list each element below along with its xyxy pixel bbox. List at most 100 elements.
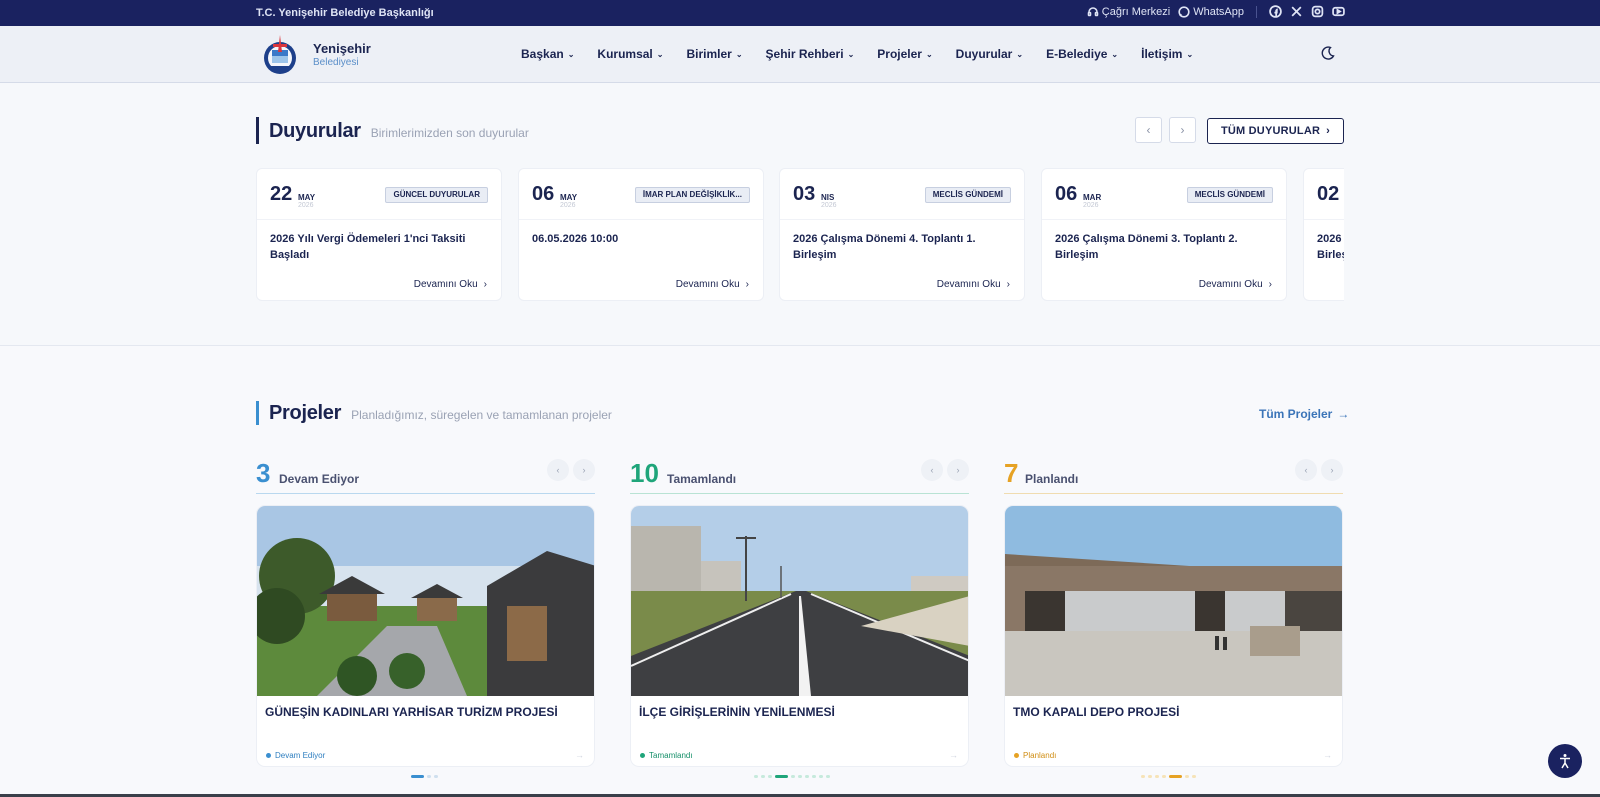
chevron-right-icon: › bbox=[1326, 125, 1331, 137]
pager-dot[interactable] bbox=[805, 775, 809, 778]
chevron-right-icon[interactable]: › bbox=[947, 459, 969, 481]
chevron-right-icon[interactable]: › bbox=[1321, 459, 1343, 481]
arrow-right-icon: → bbox=[1337, 407, 1350, 421]
project-count: 7 bbox=[1004, 458, 1019, 488]
announcement-card[interactable]: 06 MAR 2026 MECLİS GÜNDEMİ 2026 Çalışma … bbox=[1041, 168, 1287, 301]
status-dot bbox=[266, 753, 271, 758]
announcement-card[interactable]: 06 MAY 2026 İMAR PLAN DEĞİŞİKLİK... 06.0… bbox=[518, 168, 764, 301]
project-card[interactable]: TMO KAPALI DEPO PROJESİ Planlandı → bbox=[1004, 505, 1343, 767]
announcement-category-badge: GÜNCEL DUYURULAR bbox=[385, 187, 488, 203]
announcement-card[interactable]: 03 NIS 2026 MECLİS GÜNDEMİ 2026 Çalışma … bbox=[779, 168, 1025, 301]
project-column-arrows: ‹ › bbox=[547, 459, 595, 481]
pager-dot[interactable] bbox=[1162, 775, 1166, 778]
read-more-link[interactable]: Devamını Oku › bbox=[676, 279, 749, 290]
project-column-header-planned: 7 Planlandı ‹ › bbox=[1004, 456, 1343, 494]
main-nav: Başkan ⌄ Kurumsal ⌄ Birimler ⌄ Şehir Rehber… bbox=[521, 47, 1216, 61]
municipality-logo[interactable] bbox=[262, 32, 298, 76]
pager-dot-active[interactable] bbox=[1169, 775, 1182, 778]
x-icon[interactable] bbox=[1290, 5, 1303, 18]
facebook-icon[interactable] bbox=[1269, 5, 1282, 18]
chevron-left-icon[interactable]: ‹ bbox=[1295, 459, 1317, 481]
project-column-header-completed: 10 Tamamlandı ‹ › bbox=[630, 456, 969, 494]
nav-item-e-belediye[interactable]: E-Belediye ⌄ bbox=[1046, 47, 1118, 61]
read-more-link[interactable]: Devamını Oku › bbox=[414, 279, 487, 290]
nav-item-sehir-rehberi[interactable]: Şehir Rehberi ⌄ bbox=[766, 47, 855, 61]
pager-dot-active[interactable] bbox=[411, 775, 424, 778]
pager-dot[interactable] bbox=[812, 775, 816, 778]
announcement-title: 2026 Çalışma Dönemi 3. Toplantı 2. Birle… bbox=[1055, 233, 1238, 261]
announcements-accent-bar bbox=[256, 117, 259, 144]
chevron-down-icon: ⌄ bbox=[656, 49, 664, 59]
announcement-day: 06 bbox=[532, 183, 555, 205]
pager-dot[interactable] bbox=[1148, 775, 1152, 778]
nav-item-baskan[interactable]: Başkan ⌄ bbox=[521, 47, 574, 61]
arrow-right-icon[interactable]: → bbox=[575, 750, 584, 760]
project-column-header-ongoing: 3 Devam Ediyor ‹ › bbox=[256, 456, 595, 494]
all-projects-link[interactable]: Tüm Projeler → bbox=[1259, 407, 1349, 421]
announcement-card-header: 22 MAY 2026 GÜNCEL DUYURULAR bbox=[257, 169, 501, 220]
project-title: İLÇE GİRİŞLERİNİN YENİLENMESİ bbox=[639, 705, 835, 719]
announcement-card[interactable]: 02 2026 Birleş bbox=[1303, 168, 1344, 301]
project-image bbox=[1005, 506, 1342, 696]
pager-dot[interactable] bbox=[1155, 775, 1159, 778]
announcements-heading: Duyurular Birimlerimizden son duyurular bbox=[269, 120, 529, 143]
status-dot bbox=[1014, 753, 1019, 758]
pager-dot[interactable] bbox=[1185, 775, 1189, 778]
nav-item-duyurular[interactable]: Duyurular ⌄ bbox=[956, 47, 1023, 61]
read-more-link[interactable]: Devamını Oku › bbox=[937, 279, 1010, 290]
project-column-underline bbox=[630, 493, 969, 494]
project-card[interactable]: GÜNEŞİN KADINLARI YARHİSAR TURİZM PROJES… bbox=[256, 505, 595, 767]
whatsapp-label: WhatsApp bbox=[1193, 5, 1244, 18]
chevron-right-icon[interactable]: › bbox=[573, 459, 595, 481]
top-bar: T.C. Yenişehir Belediye Başkanlığı Çağrı… bbox=[0, 0, 1600, 26]
moon-icon[interactable] bbox=[1320, 45, 1336, 61]
pager-dot[interactable] bbox=[791, 775, 795, 778]
pager-dot[interactable] bbox=[761, 775, 765, 778]
project-count: 10 bbox=[630, 458, 659, 488]
youtube-icon[interactable] bbox=[1332, 5, 1345, 18]
nav-item-projeler[interactable]: Projeler ⌄ bbox=[877, 47, 932, 61]
pager-dot[interactable] bbox=[434, 775, 438, 778]
nav-item-birimler[interactable]: Birimler ⌄ bbox=[686, 47, 742, 61]
brand[interactable]: Yenişehir Belediyesi bbox=[313, 41, 371, 68]
nav-label: Başkan bbox=[521, 47, 564, 61]
pager-dot[interactable] bbox=[768, 775, 772, 778]
pager-dot[interactable] bbox=[1192, 775, 1196, 778]
chevron-left-icon[interactable]: ‹ bbox=[547, 459, 569, 481]
instagram-icon[interactable] bbox=[1311, 5, 1324, 18]
announcements-prev-button[interactable]: ‹ bbox=[1135, 117, 1162, 143]
pager-dot[interactable] bbox=[1141, 775, 1145, 778]
project-title: TMO KAPALI DEPO PROJESİ bbox=[1013, 705, 1180, 719]
announcement-title: 2026 Birleş bbox=[1317, 233, 1344, 261]
nav-label: Birimler bbox=[686, 47, 732, 61]
nav-item-iletisim[interactable]: İletişim ⌄ bbox=[1141, 47, 1193, 61]
announcements-next-button[interactable]: › bbox=[1169, 117, 1196, 143]
chevron-down-icon: ⌄ bbox=[1186, 49, 1194, 59]
projects-heading: Projeler Planladığımız, süregelen ve tam… bbox=[269, 402, 612, 425]
project-card[interactable]: İLÇE GİRİŞLERİNİN YENİLENMESİ Tamamlandı… bbox=[630, 505, 969, 767]
pager-dot[interactable] bbox=[427, 775, 431, 778]
announcement-year: 2026 bbox=[560, 202, 576, 209]
project-column-label: Devam Ediyor bbox=[279, 472, 360, 486]
pager-dot[interactable] bbox=[819, 775, 823, 778]
chevron-left-icon[interactable]: ‹ bbox=[921, 459, 943, 481]
pager-dot[interactable] bbox=[798, 775, 802, 778]
accessibility-button[interactable] bbox=[1548, 744, 1582, 778]
whatsapp-link[interactable]: WhatsApp bbox=[1178, 6, 1244, 18]
nav-item-kurumsal[interactable]: Kurumsal ⌄ bbox=[597, 47, 663, 61]
announcement-title: 2026 Yılı Vergi Ödemeleri 1'nci Taksiti … bbox=[270, 233, 466, 261]
read-more-label: Devamını Oku bbox=[413, 279, 478, 290]
pager-dot[interactable] bbox=[826, 775, 830, 778]
announcement-card-header: 06 MAY 2026 İMAR PLAN DEĞİŞİKLİK... bbox=[519, 169, 763, 220]
pager-dot[interactable] bbox=[754, 775, 758, 778]
projects-title: Projeler bbox=[269, 402, 342, 424]
pager-dot-active[interactable] bbox=[775, 775, 788, 778]
call-center-link[interactable]: Çağrı Merkezi bbox=[1087, 6, 1170, 18]
arrow-right-icon[interactable]: → bbox=[949, 750, 958, 760]
project-column-label: Tamamlandı bbox=[667, 472, 737, 486]
announcements-subtitle: Birimlerimizden son duyurular bbox=[370, 126, 529, 140]
arrow-right-icon[interactable]: → bbox=[1323, 750, 1332, 760]
read-more-link[interactable]: Devamını Oku › bbox=[1199, 279, 1272, 290]
announcement-card[interactable]: 22 MAY 2026 GÜNCEL DUYURULAR 2026 Yılı V… bbox=[256, 168, 502, 301]
all-announcements-button[interactable]: TÜM DUYURULAR › bbox=[1207, 118, 1344, 144]
